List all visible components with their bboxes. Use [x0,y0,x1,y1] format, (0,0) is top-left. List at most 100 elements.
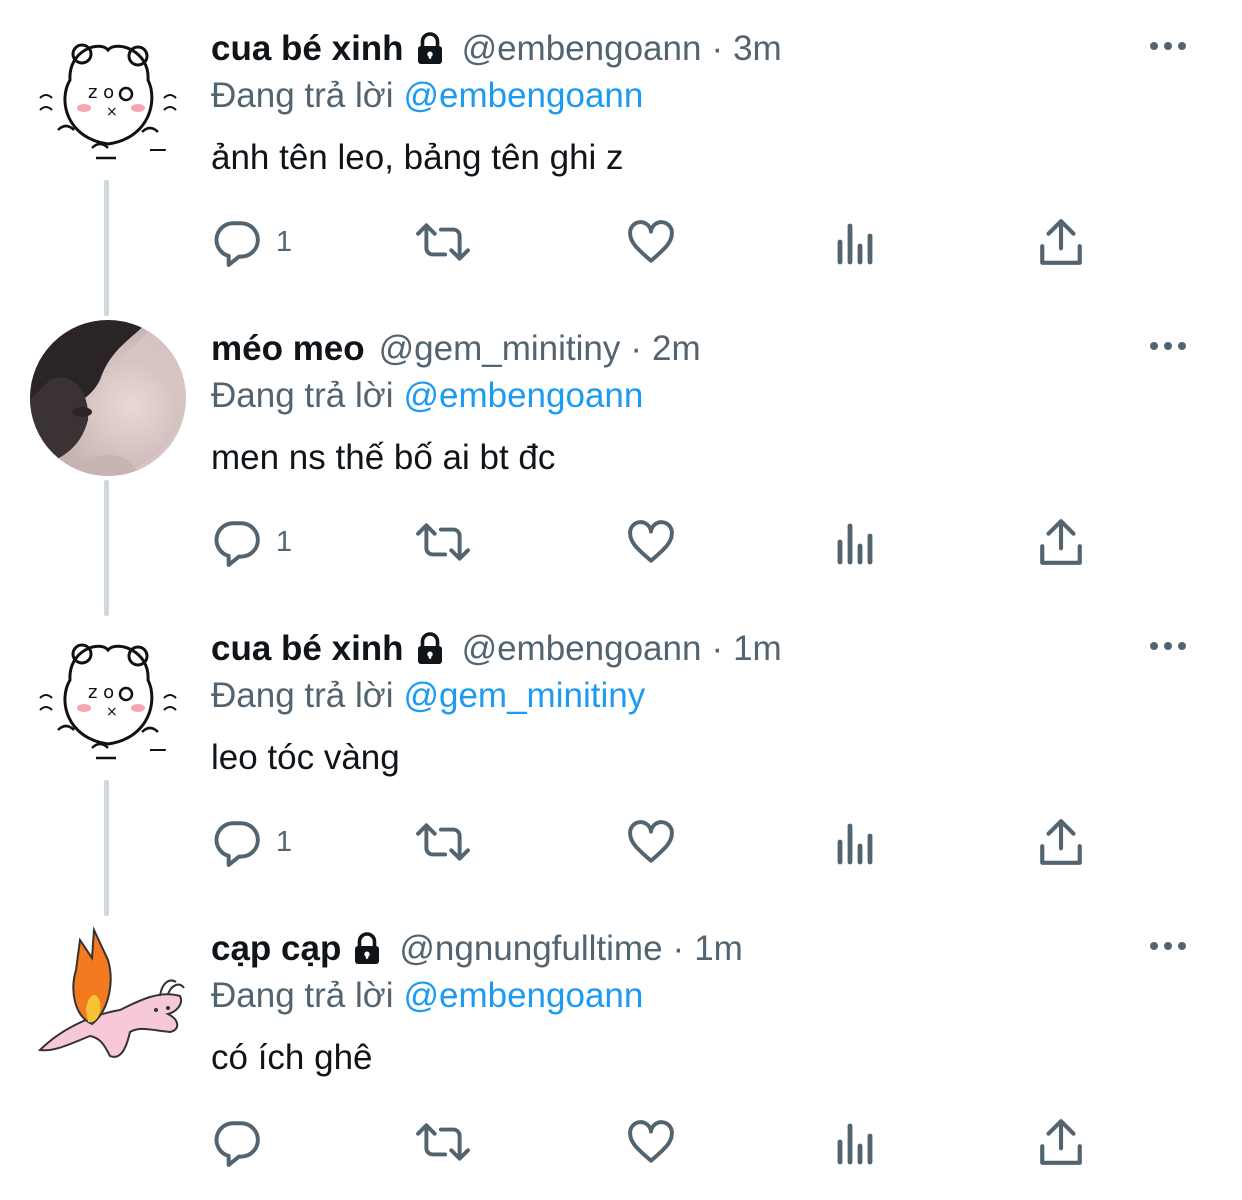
retweet-button[interactable] [416,1116,470,1168]
action-bar [0,1096,1242,1196]
reply-button[interactable]: 1 [212,816,292,868]
action-bar: 1 [0,796,1242,896]
reply-count: 1 [276,225,293,258]
separator-dot: · [630,329,643,368]
share-icon [1040,219,1082,265]
doodle-bear-avatar: z o × [30,620,186,776]
retweet-button[interactable] [416,216,470,268]
replying-to: Đang trả lời @embengoann [211,376,643,416]
views-icon [837,823,873,865]
user-handle[interactable]: @gem_minitiny [379,329,621,369]
tweet[interactable]: z o × cua bé xinh @embengoann · 1m Đang … [0,600,1242,900]
doodle-bear-avatar: z o × [30,20,186,176]
like-button[interactable] [626,216,676,268]
reply-icon [214,1121,260,1167]
share-button[interactable] [1038,216,1084,268]
replying-to-label: Đang trả lời [211,76,394,115]
photo-avatar [30,320,186,476]
like-button[interactable] [626,516,676,568]
views-button[interactable] [834,516,878,568]
retweet-icon [416,823,470,861]
action-bar: 1 [0,496,1242,596]
tweet-text: men ns thế bố ai bt đc [211,438,556,477]
separator-dot: · [711,629,724,668]
tweet-text: ảnh tên leo, bảng tên ghi z [211,138,624,177]
tweet-header: cua bé xinh @embengoann · 3m [211,26,782,72]
more-icon[interactable] [1148,936,1188,956]
timestamp[interactable]: 1m [694,929,743,969]
mention-link[interactable]: @embengoann [403,976,643,1015]
more-icon[interactable] [1148,36,1188,56]
replying-to: Đang trả lời @gem_minitiny [211,676,645,716]
views-button[interactable] [834,816,878,868]
svg-text:×: × [106,704,118,720]
retweet-button[interactable] [416,516,470,568]
share-icon [1040,519,1082,565]
like-button[interactable] [626,816,676,868]
reply-icon [214,821,260,867]
like-icon [628,220,674,263]
lock-icon [417,32,442,64]
share-icon [1040,819,1082,865]
mention-link[interactable]: @gem_minitiny [403,676,645,715]
avatar[interactable]: z o × [30,20,186,176]
svg-text:z o: z o [88,82,114,103]
share-button[interactable] [1038,1116,1084,1168]
views-button[interactable] [834,216,878,268]
reply-button[interactable]: 1 [212,216,292,268]
retweet-icon [416,223,470,261]
lock-icon [417,632,442,664]
views-icon [837,1123,873,1165]
timestamp[interactable]: 1m [733,629,782,669]
tweet[interactable]: z o × cua bé xinh @embengoann · 3m Đang … [0,0,1242,300]
replying-to-label: Đang trả lời [211,976,394,1015]
replying-to: Đang trả lời @embengoann [211,976,643,1016]
tweet-header: cạp cạp @ngnungfulltime · 1m [211,926,743,972]
reply-icon [214,521,260,567]
display-name[interactable]: méo meo [211,329,365,369]
views-icon [837,523,873,565]
display-name[interactable]: cua bé xinh [211,29,404,69]
tweet-header: cua bé xinh @embengoann · 1m [211,626,782,672]
reply-count: 1 [276,525,293,558]
lock-icon [355,932,380,964]
retweet-icon [416,1123,470,1161]
display-name[interactable]: cạp cạp [211,929,341,969]
user-handle[interactable]: @embengoann [462,29,702,69]
share-icon [1040,1119,1082,1165]
svg-text:z o: z o [88,682,114,703]
timestamp[interactable]: 2m [652,329,701,369]
user-handle[interactable]: @embengoann [462,629,702,669]
tweet-text: có ích ghê [211,1038,373,1077]
tweet-header: méo meo @gem_minitiny · 2m [211,326,701,372]
replying-to-label: Đang trả lời [211,676,394,715]
reply-icon [214,221,260,267]
tweet[interactable]: méo meo @gem_minitiny · 2m Đang trả lời @… [0,300,1242,600]
tweet[interactable]: cạp cạp @ngnungfulltime · 1m Đang trả lờ… [0,900,1242,1200]
like-icon [628,1120,674,1163]
timestamp[interactable]: 3m [733,29,782,69]
avatar[interactable]: z o × [30,620,186,776]
more-icon[interactable] [1148,636,1188,656]
share-button[interactable] [1038,816,1084,868]
avatar[interactable] [30,920,186,1076]
reply-button[interactable] [212,1116,276,1168]
avatar[interactable] [30,320,186,476]
replying-to: Đang trả lời @embengoann [211,76,643,116]
more-icon[interactable] [1148,336,1188,356]
retweet-icon [416,523,470,561]
views-button[interactable] [834,1116,878,1168]
retweet-button[interactable] [416,816,470,868]
mention-link[interactable]: @embengoann [403,76,643,115]
like-button[interactable] [626,1116,676,1168]
user-handle[interactable]: @ngnungfulltime [399,929,662,969]
separator-dot: · [711,29,724,68]
like-icon [628,520,674,563]
like-icon [628,820,674,863]
reply-button[interactable]: 1 [212,516,292,568]
display-name[interactable]: cua bé xinh [211,629,404,669]
svg-text:×: × [106,104,118,120]
share-button[interactable] [1038,516,1084,568]
mention-link[interactable]: @embengoann [403,376,643,415]
tweet-text: leo tóc vàng [211,738,400,777]
